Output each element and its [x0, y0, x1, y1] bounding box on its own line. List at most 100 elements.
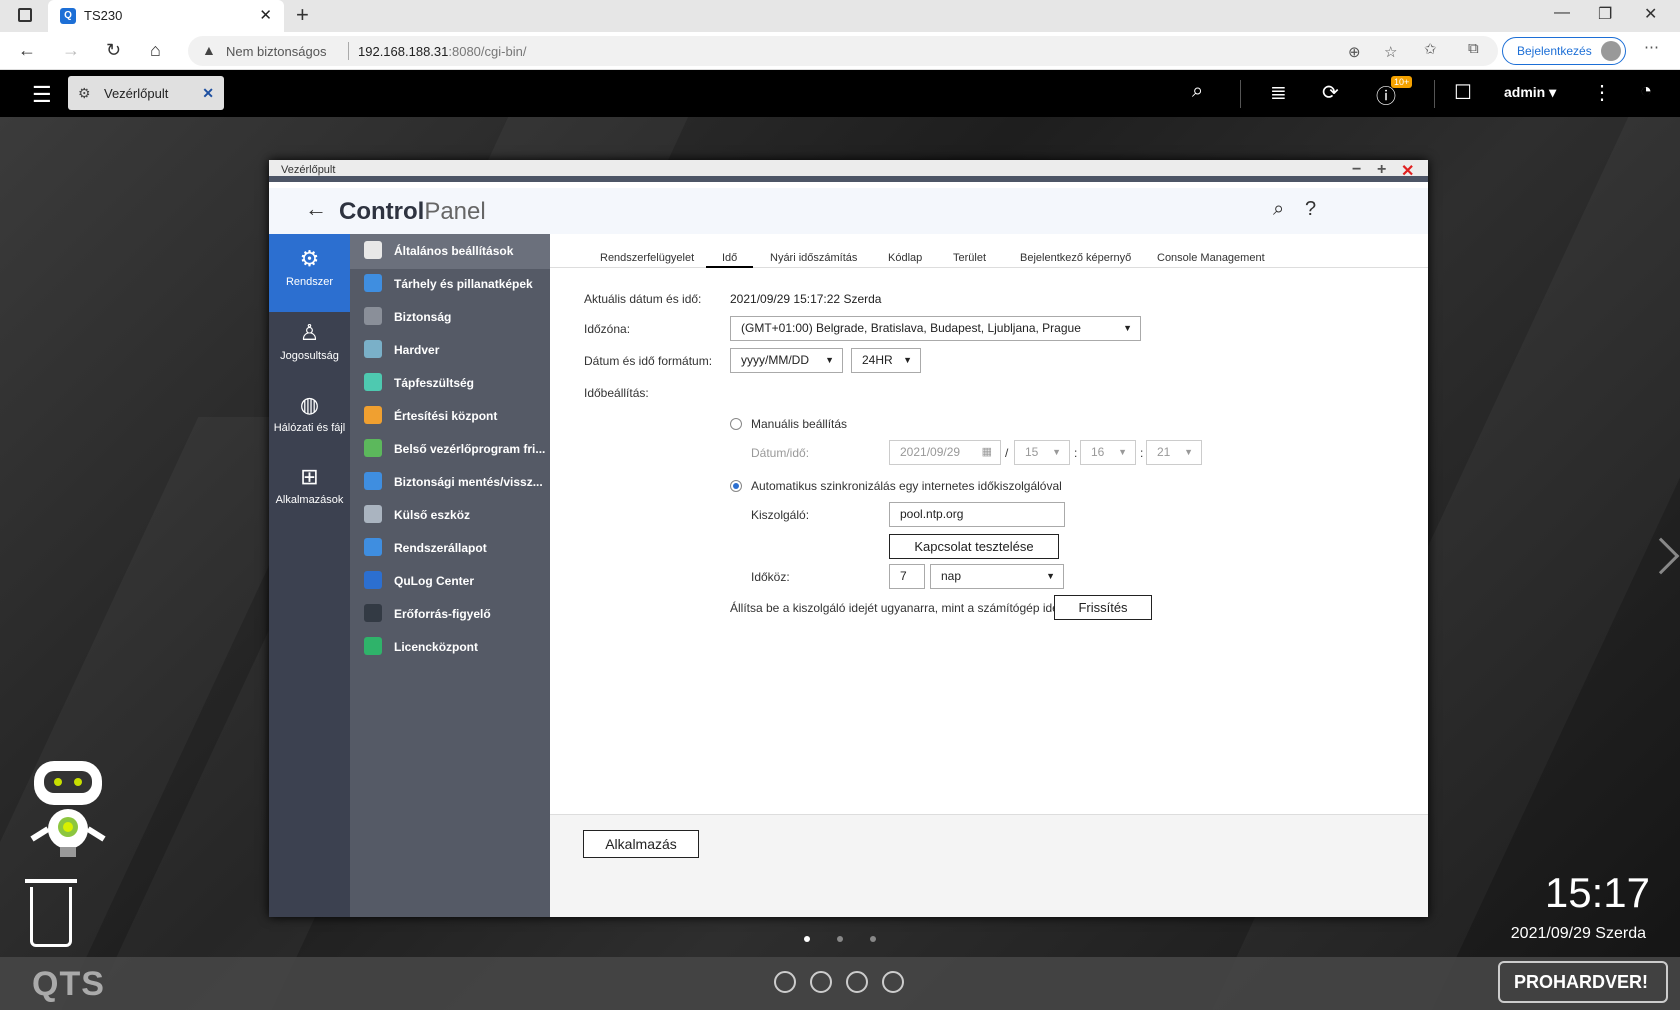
menu-item-resource[interactable]: Erőforrás-figyelő — [350, 597, 550, 632]
user-icon[interactable]: ☐ — [1454, 80, 1472, 105]
menu-item-hardware[interactable]: Hardver — [350, 333, 550, 368]
time-format-select[interactable]: 24HR ▼ — [851, 348, 921, 373]
signin-label: Bejelentkezés — [1517, 44, 1592, 58]
controlpanel-title: ControlPanel — [339, 198, 486, 226]
window-close-icon[interactable]: ✕ — [1401, 161, 1414, 181]
dashboard-icon[interactable]: ◔ — [1640, 80, 1652, 103]
category-label: Jogosultság — [280, 350, 339, 362]
favorites-icon[interactable]: ✩ — [1424, 40, 1437, 58]
task-stack-icon[interactable]: ≣ — [1270, 80, 1287, 105]
app-tab-label: Vezérlőpult — [104, 86, 169, 101]
server-input[interactable]: pool.ntp.org — [889, 502, 1065, 527]
bottom-app-icon[interactable] — [882, 971, 904, 993]
new-tab-icon[interactable]: + — [296, 2, 309, 28]
back-icon[interactable]: ← — [18, 40, 36, 61]
gear-icon: ⚙ — [299, 246, 320, 271]
manual-radio[interactable] — [730, 418, 742, 430]
robot-assistant-icon[interactable] — [26, 757, 110, 867]
zoom-icon[interactable]: ⊕ — [1348, 43, 1361, 61]
trash-icon[interactable] — [25, 879, 77, 947]
sync-icon[interactable]: ⟳ — [1322, 80, 1339, 105]
page-dot[interactable] — [870, 936, 876, 942]
tab-rendszerfelugyelet[interactable]: Rendszerfelügyelet — [600, 252, 694, 264]
storage-icon — [364, 274, 382, 292]
chevron-down-icon: ▼ — [903, 355, 912, 365]
app-tab-controlpanel[interactable]: ⚙ Vezérlőpult ✕ — [68, 76, 224, 110]
category-halozati[interactable]: ◍ Hálózati és fájl — [269, 380, 350, 458]
close-app-icon[interactable]: ✕ — [202, 85, 214, 102]
apps-icon: ⊞ — [300, 464, 319, 489]
page-dot[interactable] — [837, 936, 843, 942]
hour-select[interactable]: 15 ▼ — [1014, 440, 1070, 465]
menu-item-external[interactable]: Külső eszköz — [350, 498, 550, 533]
chevron-down-icon: ▼ — [1052, 447, 1061, 457]
desktop-clock: 15:17 — [1544, 869, 1650, 916]
address-bar[interactable]: ▲ Nem biztonságos 192.168.188.31:8080/cg… — [188, 36, 1498, 66]
browser-tab[interactable]: Q TS230 ✕ — [48, 0, 284, 32]
menu-item-power[interactable]: Tápfeszültség — [350, 366, 550, 401]
forward-icon[interactable]: → — [62, 40, 80, 61]
home-icon[interactable]: ⌂ — [150, 40, 161, 61]
bottom-app-icon[interactable] — [774, 971, 796, 993]
date-format-select[interactable]: yyyy/MM/DD ▼ — [730, 348, 843, 373]
window-titlebar[interactable]: Vezérlőpult − + ✕ — [269, 160, 1428, 182]
menu-item-notification[interactable]: Értesítési központ — [350, 399, 550, 434]
search-icon[interactable]: ⌕ — [1273, 198, 1284, 221]
tab-console-management[interactable]: Console Management — [1157, 252, 1265, 264]
signin-button[interactable]: Bejelentkezés — [1502, 37, 1626, 65]
menu-item-qulog[interactable]: QuLog Center — [350, 564, 550, 599]
window-maximize-icon[interactable]: + — [1377, 161, 1386, 179]
collections-icon[interactable]: ⧉ — [1468, 40, 1479, 57]
close-tab-icon[interactable]: ✕ — [259, 6, 272, 24]
category-jogosultsag[interactable]: ♙ Jogosultság — [269, 308, 350, 386]
menu-item-security[interactable]: Biztonság — [350, 300, 550, 335]
menu-item-backup[interactable]: Biztonsági mentés/vissz... — [350, 465, 550, 500]
reload-icon[interactable]: ↻ — [106, 40, 121, 61]
timezone-select[interactable]: (GMT+01:00) Belgrade, Bratislava, Budape… — [730, 316, 1141, 341]
menu-dots-icon[interactable]: ⋯ — [1644, 38, 1659, 56]
refresh-button[interactable]: Frissítés — [1054, 595, 1152, 620]
restore-icon[interactable]: ❐ — [1598, 4, 1612, 24]
tab-terulet[interactable]: Terület — [953, 252, 986, 264]
bottom-app-icon[interactable] — [810, 971, 832, 993]
help-icon[interactable]: ? — [1305, 198, 1316, 221]
tab-bejelentkezo-kepernyo[interactable]: Bejelentkező képernyő — [1020, 252, 1131, 264]
menu-item-license[interactable]: Licencközpont — [350, 630, 550, 665]
manual-date-input[interactable]: 2021/09/29 ▦ — [889, 440, 1001, 465]
tab-actions-icon[interactable] — [18, 8, 32, 22]
category-alkalmazasok[interactable]: ⊞ Alkalmazások — [269, 452, 350, 530]
tab-bar: Rendszerfelügyelet Idő Nyári időszámítás… — [550, 234, 1428, 268]
minimize-icon[interactable]: — — [1554, 4, 1570, 22]
window-minimize-icon[interactable]: − — [1352, 161, 1361, 179]
menu-item-firmware[interactable]: Belső vezérlőprogram fri... — [350, 432, 550, 467]
interval-unit-select[interactable]: nap ▼ — [930, 564, 1064, 589]
favorite-add-icon[interactable]: ☆ — [1384, 43, 1397, 61]
test-connection-button[interactable]: Kapcsolat tesztelése — [889, 534, 1059, 559]
user-menu[interactable]: admin ▾ — [1504, 84, 1556, 101]
page-dot[interactable] — [804, 936, 810, 942]
interval-input[interactable]: 7 — [889, 564, 925, 589]
window-close-icon[interactable]: ✕ — [1644, 4, 1657, 24]
tab-nyari-idoszamitas[interactable]: Nyári időszámítás — [770, 252, 857, 264]
qulog-icon — [364, 571, 382, 589]
apply-button[interactable]: Alkalmazás — [583, 830, 699, 858]
menu-item-general[interactable]: Általános beállítások — [350, 234, 550, 269]
server-label: Kiszolgáló: — [751, 508, 810, 522]
notification-badge: 10+ — [1391, 76, 1413, 88]
menu-item-status[interactable]: Rendszerállapot — [350, 531, 550, 566]
controlpanel-header: ← ControlPanel ⌕ ? — [269, 188, 1428, 234]
minute-select[interactable]: 16 ▼ — [1080, 440, 1136, 465]
category-rendszer[interactable]: ⚙ Rendszer — [269, 234, 350, 312]
second-select[interactable]: 21 ▼ — [1146, 440, 1202, 465]
tab-ido[interactable]: Idő — [706, 252, 754, 268]
main-menu-icon[interactable]: ☰ — [32, 82, 52, 108]
more-options-icon[interactable]: ⋮ — [1592, 80, 1612, 105]
settings-content: Rendszerfelügyelet Idő Nyári időszámítás… — [550, 234, 1428, 917]
menu-item-storage[interactable]: Tárhely és pillanatképek — [350, 267, 550, 302]
bottom-app-icon[interactable] — [846, 971, 868, 993]
back-arrow-icon[interactable]: ← — [305, 196, 327, 222]
auto-sync-radio[interactable] — [730, 480, 742, 492]
tab-kodlap[interactable]: Kódlap — [888, 252, 922, 264]
divider — [1434, 80, 1435, 108]
search-icon[interactable]: ⌕ — [1192, 80, 1203, 103]
